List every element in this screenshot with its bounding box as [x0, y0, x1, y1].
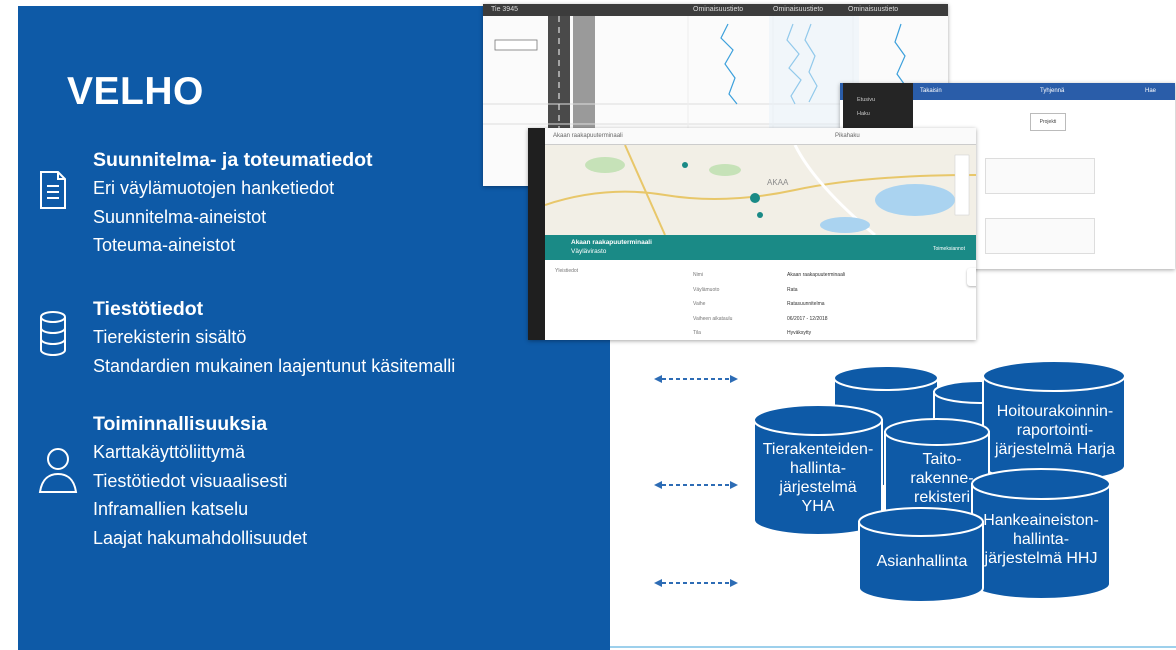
- search-button[interactable]: Hae: [1145, 83, 1156, 100]
- section-item: Laajat hakumahdollisuudet: [93, 527, 308, 548]
- tab-attribute: Ominaisuustieto: [848, 6, 899, 13]
- detail-value: Akaan raakapuuterminaali: [787, 272, 846, 278]
- detail-key: Vaiheen aikataulu: [693, 315, 733, 322]
- bidirectional-arrow-icon: [654, 579, 738, 587]
- section-heading: Toiminnallisuuksia: [93, 413, 268, 435]
- location-card-header: Akaan raakapuuterminaali Väylävirasto To…: [545, 235, 976, 260]
- section-item: Karttakäyttöliittymä: [93, 442, 246, 462]
- map-city-label: AKAA: [767, 178, 789, 187]
- section-heading: Suunnitelma- ja toteumatiedot: [93, 149, 373, 171]
- details-keys: Nimi Väylämuoto Vaihe Vaiheen aikataulu …: [693, 268, 732, 340]
- detail-key: Väylämuoto: [693, 286, 720, 293]
- user-icon: [38, 448, 78, 493]
- card-action-button[interactable]: Toimeksiannot: [933, 245, 965, 254]
- section-plans: Suunnitelma- ja toteumatiedot Eri väyläm…: [93, 147, 373, 260]
- filter-card: [985, 158, 1095, 194]
- map-sidebar: [528, 128, 545, 340]
- section-item: Eri väylämuotojen hanketiedot: [93, 178, 335, 198]
- tab-attribute: Ominaisuustieto: [773, 6, 824, 13]
- clear-button[interactable]: Tyhjennä: [1040, 83, 1064, 100]
- tab-attribute: Ominaisuustieto: [693, 6, 744, 13]
- section-item: Inframallien katselu: [93, 499, 249, 519]
- edit-icon[interactable]: [967, 268, 976, 286]
- system-label-taito: Taito-rakenne-rekisteri: [910, 451, 974, 506]
- system-label-yha: Tierakenteiden-hallinta-järjestelmä YHA: [762, 441, 874, 515]
- section-item: Suunnitelma-aineistot: [93, 206, 267, 227]
- road-view-titlebar: Tie 3945 Ominaisuustieto Ominaisuustieto…: [483, 4, 948, 16]
- document-icon: [40, 171, 66, 209]
- database-icon: [40, 311, 66, 356]
- section-road-data: Tiestötiedot Tierekisterin sisältö Stand…: [93, 296, 455, 380]
- map-view-screenshot: Akaan raakapuuterminaali Pikahaku AKAA A…: [528, 128, 976, 340]
- map-search-input[interactable]: Akaan raakapuuterminaali Pikahaku: [545, 128, 976, 145]
- detail-value: Hyväksytty: [787, 330, 812, 336]
- bottom-divider: [610, 646, 1176, 648]
- details-values: Akaan raakapuuterminaali Rata Ratasuunni…: [787, 268, 845, 340]
- detail-value: Rata: [787, 286, 798, 293]
- section-functionality: Toiminnallisuuksia Karttakäyttöliittymä …: [93, 411, 307, 552]
- section-item: Tiestötiedot visuaalisesti: [93, 470, 288, 491]
- nav-item-home[interactable]: Etusivu: [857, 93, 913, 107]
- section-item: Standardien mukainen laajentunut käsitem…: [93, 355, 456, 376]
- system-label-harja: Hoitourakoinnin-raportointi-järjestelmä …: [994, 403, 1116, 458]
- nav-item-search[interactable]: Haku: [857, 107, 913, 121]
- system-label-asianhallinta: Asianhallinta: [876, 553, 968, 570]
- card-title: Akaan raakapuuterminaali: [571, 239, 652, 246]
- bidirectional-arrow-icon: [654, 481, 738, 489]
- road-view-title: Tie 3945: [491, 6, 518, 13]
- section-item: Tierekisterin sisältö: [93, 327, 247, 347]
- bidirectional-arrow-icon: [654, 375, 738, 383]
- slide-title: VELHO: [67, 70, 204, 113]
- back-button[interactable]: Takaisin: [920, 88, 942, 94]
- nav-menu: Etusivu Haku: [843, 83, 913, 129]
- slide: VELHO Suunnitelma- ja toteumatiedot Eri …: [0, 0, 1176, 650]
- section-heading: Tiestötiedot: [93, 298, 204, 320]
- filter-card: [985, 218, 1095, 254]
- detail-key: Tila: [693, 330, 701, 336]
- detail-value: Ratasuunnitelma: [787, 301, 825, 307]
- details-panel: Yleistiedot Nimi Väylämuoto Vaihe Vaihee…: [545, 260, 976, 340]
- detail-key: Nimi: [693, 272, 703, 278]
- detail-key: Vaihe: [693, 301, 706, 307]
- details-label: Yleistiedot: [555, 268, 579, 274]
- search-text: Akaan raakapuuterminaali: [553, 133, 623, 139]
- card-subtitle: Väylävirasto: [571, 248, 607, 255]
- project-box[interactable]: Projekti: [1030, 113, 1066, 131]
- system-label-hhj: Hankeaineiston-hallinta-järjestelmä HHJ: [983, 512, 1099, 567]
- detail-value: 06/2017 - 12/2018: [787, 315, 828, 322]
- section-item: Toteuma-aineistot: [93, 235, 236, 255]
- tab-quick-search[interactable]: Pikahaku: [835, 128, 860, 145]
